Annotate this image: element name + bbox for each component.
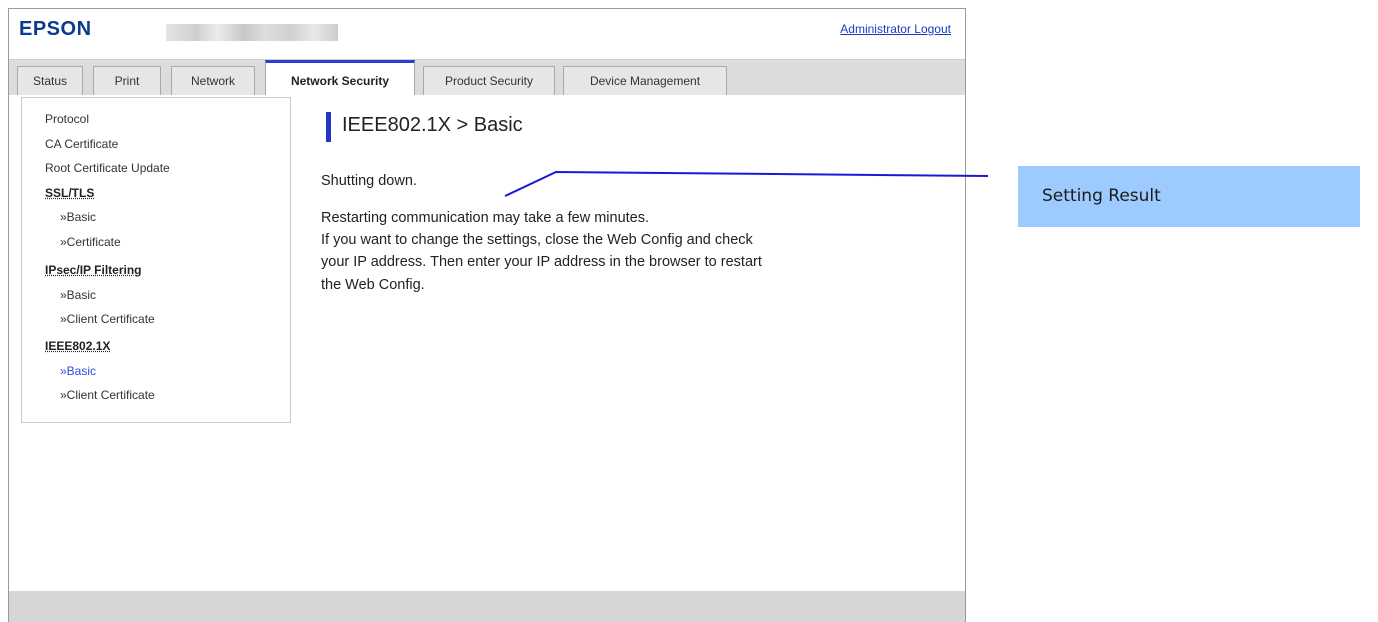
tab-device-management[interactable]: Device Management <box>563 66 727 96</box>
sidebar-nav: Protocol CA Certificate Root Certificate… <box>21 97 291 423</box>
sidebar-heading-ieee8021x[interactable]: IEEE802.1X <box>45 339 110 353</box>
sidebar-heading-ipsec-ip-filtering[interactable]: IPsec/IP Filtering <box>45 263 141 277</box>
info-line-3: your IP address. Then enter your IP addr… <box>321 254 762 270</box>
tab-status[interactable]: Status <box>17 66 83 96</box>
epson-logo: EPSON <box>19 18 92 40</box>
sidebar-heading-ssl-tls[interactable]: SSL/TLS <box>45 186 94 200</box>
sidebar-item-protocol[interactable]: Protocol <box>45 112 89 126</box>
title-accent-bar <box>326 112 331 142</box>
page-header: EPSON Administrator Logout <box>9 9 965 54</box>
info-line-1: Restarting communication may take a few … <box>321 210 649 226</box>
tab-network-security[interactable]: Network Security <box>265 60 415 96</box>
sidebar-item-root-certificate-update[interactable]: Root Certificate Update <box>45 161 170 175</box>
sidebar-item-ieee-client-certificate[interactable]: »Client Certificate <box>60 388 155 402</box>
sidebar-item-ca-certificate[interactable]: CA Certificate <box>45 137 118 151</box>
sidebar-item-ssl-certificate[interactable]: »Certificate <box>60 235 121 249</box>
page-title: IEEE802.1X > Basic <box>342 114 523 136</box>
setting-result-callout: Setting Result <box>1018 166 1360 227</box>
tab-print[interactable]: Print <box>93 66 161 96</box>
sidebar-item-ieee-basic[interactable]: »Basic <box>60 364 96 378</box>
administrator-logout-link[interactable]: Administrator Logout <box>840 22 951 36</box>
model-name-redacted <box>166 24 338 41</box>
info-line-2: If you want to change the settings, clos… <box>321 232 753 248</box>
sidebar-item-ipsec-client-certificate[interactable]: »Client Certificate <box>60 312 155 326</box>
info-line-4: the Web Config. <box>321 277 425 293</box>
page-footer <box>9 591 965 622</box>
tab-network[interactable]: Network <box>171 66 255 96</box>
tab-product-security[interactable]: Product Security <box>423 66 555 96</box>
status-message: Shutting down. <box>321 173 417 189</box>
sidebar-item-ssl-basic[interactable]: »Basic <box>60 210 96 224</box>
main-tab-bar: Status Print Network Network Security Pr… <box>9 59 965 96</box>
sidebar-item-ipsec-basic[interactable]: »Basic <box>60 288 96 302</box>
